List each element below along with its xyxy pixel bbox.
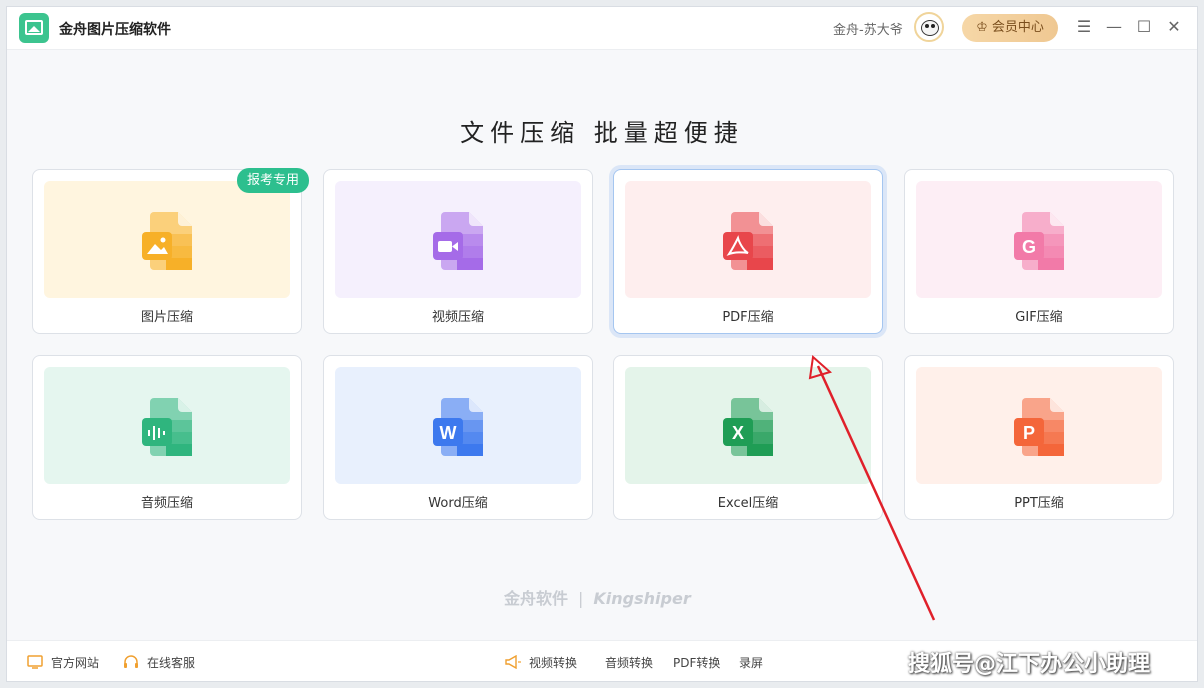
- crown-icon: ♔: [976, 20, 988, 35]
- card-word-compress[interactable]: W Word压缩: [323, 355, 593, 520]
- brand-watermark: 金舟软件 | Kingshiper: [504, 589, 691, 608]
- app-window: 金舟图片压缩软件 金舟-苏大爷 ♔ 会员中心 ☰ — ☐ ✕ 文件压缩 批量超便捷…: [6, 6, 1198, 682]
- vip-center-button[interactable]: ♔ 会员中心: [962, 14, 1058, 42]
- card-audio-compress[interactable]: 音频压缩: [32, 355, 302, 520]
- official-site-link[interactable]: 官方网站: [27, 654, 99, 671]
- card-panel: G: [916, 181, 1162, 298]
- app-title: 金舟图片压缩软件: [59, 22, 171, 38]
- image-file-icon: [142, 212, 192, 270]
- card-panel: [625, 181, 871, 298]
- card-panel: [44, 367, 290, 484]
- online-service-label: 在线客服: [147, 656, 196, 670]
- audio-file-icon: [142, 398, 192, 456]
- close-icon[interactable]: ✕: [1163, 16, 1185, 38]
- minimize-icon[interactable]: —: [1103, 16, 1125, 38]
- menu-icon[interactable]: ☰: [1073, 16, 1095, 38]
- card-label: GIF压缩: [1015, 310, 1063, 325]
- excel-file-icon: X: [723, 398, 773, 456]
- vip-center-label: 会员中心: [991, 20, 1044, 35]
- pdf-convert-link[interactable]: PDF转换: [673, 654, 720, 671]
- online-service-link[interactable]: 在线客服: [123, 654, 195, 671]
- card-label: 视频压缩: [431, 310, 484, 325]
- card-label: Word压缩: [428, 496, 488, 511]
- brand-watermark-cn: 金舟软件: [504, 589, 569, 608]
- headset-icon: [124, 655, 138, 668]
- avatar[interactable]: [914, 12, 944, 42]
- screen-record-link[interactable]: 录屏: [739, 654, 763, 671]
- megaphone-icon: [505, 655, 521, 669]
- page-headline: 文件压缩 批量超便捷: [460, 119, 744, 147]
- pdf-file-icon: [723, 212, 773, 270]
- card-label: Excel压缩: [717, 496, 779, 511]
- app-logo-icon: [19, 13, 49, 43]
- svg-text:W: W: [440, 423, 457, 443]
- exam-badge: 报考专用: [237, 168, 309, 193]
- audio-convert-link[interactable]: 音频转换: [605, 654, 653, 671]
- card-gif-compress[interactable]: G GIF压缩: [904, 169, 1174, 334]
- video-convert-label: 视频转换: [529, 656, 578, 670]
- maximize-icon[interactable]: ☐: [1133, 16, 1155, 38]
- username[interactable]: 金舟-苏大爷: [833, 19, 903, 38]
- svg-text:X: X: [732, 423, 744, 443]
- card-label: 图片压缩: [140, 310, 193, 325]
- card-label: PPT压缩: [1014, 496, 1064, 511]
- gif-file-icon: G: [1014, 212, 1064, 270]
- ppt-file-icon: P: [1014, 398, 1064, 456]
- card-panel: W: [335, 367, 581, 484]
- video-convert-link[interactable]: 视频转换: [505, 654, 577, 671]
- card-panel: X: [625, 367, 871, 484]
- svg-text:G: G: [1022, 237, 1036, 257]
- card-video-compress[interactable]: 视频压缩: [323, 169, 593, 334]
- monitor-icon: [27, 655, 43, 669]
- card-pdf-compress[interactable]: PDF压缩: [613, 169, 883, 334]
- source-watermark-text: 搜狐号@江下办公小助理: [908, 652, 1151, 677]
- card-image-compress[interactable]: 图片压缩: [32, 169, 302, 334]
- card-panel: P: [916, 367, 1162, 484]
- card-excel-compress[interactable]: X Excel压缩: [613, 355, 883, 520]
- brand-watermark-en: Kingshiper: [593, 589, 691, 608]
- card-label: PDF压缩: [722, 310, 774, 325]
- card-panel: [44, 181, 290, 298]
- card-label: 音频压缩: [140, 496, 193, 511]
- word-file-icon: W: [433, 398, 483, 456]
- card-panel: [335, 181, 581, 298]
- title-bar: 金舟图片压缩软件 金舟-苏大爷 ♔ 会员中心 ☰ — ☐ ✕: [7, 7, 1197, 50]
- official-site-label: 官方网站: [51, 656, 100, 670]
- card-ppt-compress[interactable]: P PPT压缩: [904, 355, 1174, 520]
- svg-text:P: P: [1023, 423, 1035, 443]
- video-file-icon: [433, 212, 483, 270]
